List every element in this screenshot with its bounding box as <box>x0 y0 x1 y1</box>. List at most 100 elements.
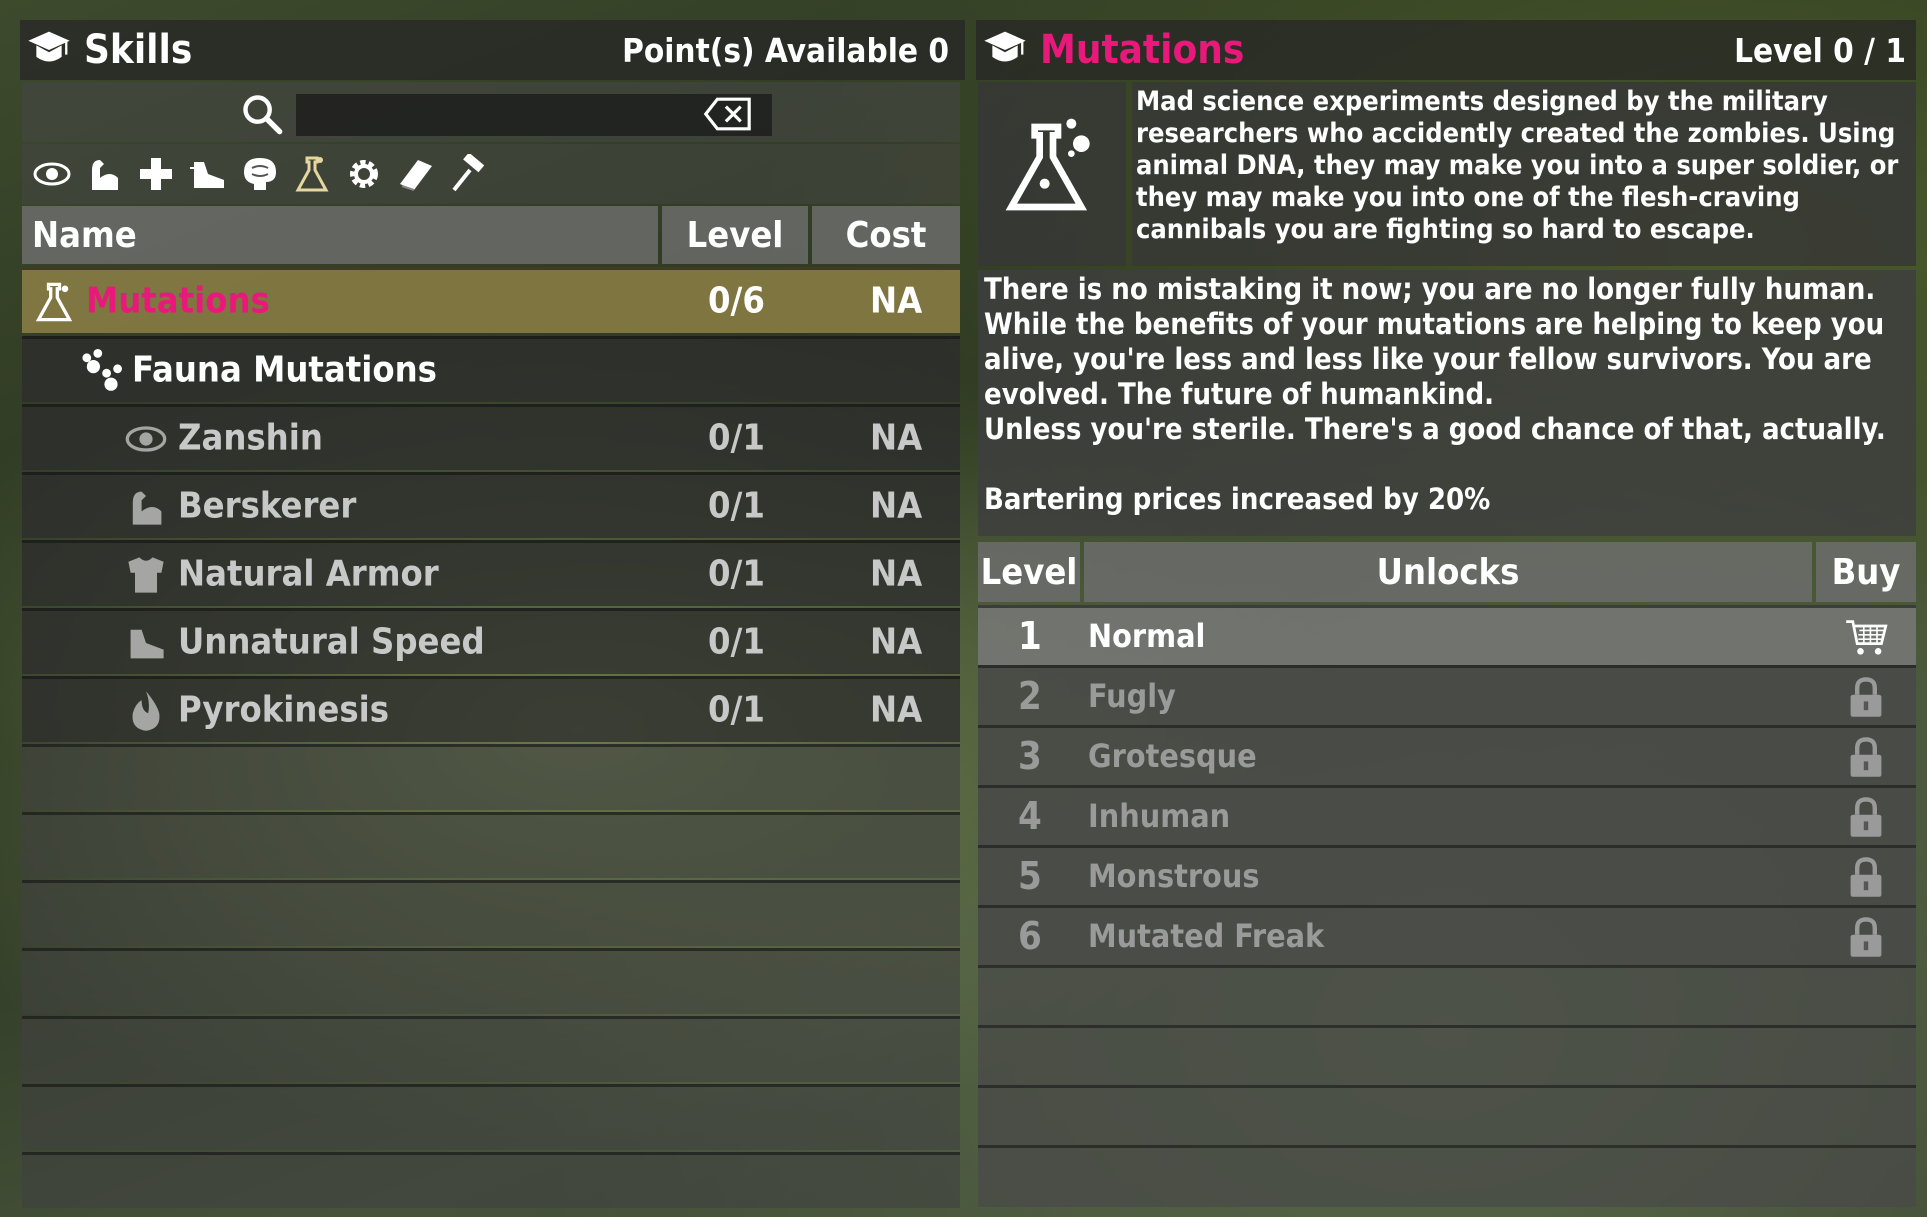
eye-icon <box>125 425 167 452</box>
column-cost-header[interactable]: Cost <box>812 206 960 264</box>
skill-cost: NA <box>870 485 923 527</box>
unlocks-level-label: Level <box>980 551 1078 593</box>
skill-cost: NA <box>870 417 923 459</box>
empty-row <box>22 812 960 878</box>
long-description-1: There is no mistaking it now; you are no… <box>984 272 1885 411</box>
skills-title: Skills <box>84 27 193 73</box>
lock-icon <box>1850 916 1882 957</box>
skill-name: Mutations <box>86 280 270 322</box>
skill-level: 0/1 <box>708 553 765 595</box>
skill-row-zanshin[interactable]: Zanshin 0/1 NA <box>22 404 960 470</box>
skill-cost: NA <box>870 689 923 731</box>
skill-cost: NA <box>870 280 923 322</box>
empty-unlock-row <box>978 965 1916 1025</box>
flame-icon <box>132 690 160 731</box>
skill-level: 0/1 <box>708 621 765 663</box>
skill-cost: NA <box>870 621 923 663</box>
unlock-row-2[interactable]: 2 Fugly <box>978 665 1916 725</box>
plus-icon[interactable] <box>134 152 178 196</box>
clear-search-icon[interactable] <box>702 96 754 132</box>
skill-cost: NA <box>870 553 923 595</box>
column-name-header[interactable]: Name <box>22 206 658 264</box>
flexed-arm-icon[interactable] <box>82 152 126 196</box>
long-description-box: There is no mistaking it now; you are no… <box>978 270 1916 536</box>
skill-name: Natural Armor <box>178 553 439 595</box>
hammer-icon[interactable] <box>446 152 490 196</box>
unlock-name: Monstrous <box>1088 856 1260 895</box>
unlocks-level-header: Level <box>978 542 1080 602</box>
skill-level: 0/1 <box>708 689 765 731</box>
unlock-name: Normal <box>1088 616 1206 655</box>
unlock-row-3[interactable]: 3 Grotesque <box>978 725 1916 785</box>
unlocks-label: Unlocks <box>1376 551 1520 593</box>
detail-header: Mutations Level 0 / 1 <box>976 20 1916 80</box>
skill-level: 0/1 <box>708 417 765 459</box>
skill-row-fauna-mutations[interactable]: Fauna Mutations <box>22 336 960 402</box>
short-description: Mad science experiments designed by the … <box>1136 86 1899 245</box>
skill-name: Fauna Mutations <box>132 349 437 391</box>
unlock-name: Inhuman <box>1088 796 1231 835</box>
eye-icon[interactable] <box>30 152 74 196</box>
skill-row-natural-armor[interactable]: Natural Armor 0/1 NA <box>22 540 960 606</box>
buy-label: Buy <box>1831 551 1901 593</box>
unlock-name: Mutated Freak <box>1088 916 1325 955</box>
flask-icon[interactable] <box>290 152 334 196</box>
lock-icon <box>1850 856 1882 897</box>
column-level-label: Level <box>686 214 784 256</box>
empty-row <box>22 1016 960 1082</box>
skills-header: Skills Point(s) Available 0 <box>20 20 965 80</box>
unlock-level: 4 <box>1018 793 1042 838</box>
empty-row <box>22 880 960 946</box>
empty-unlock-row <box>978 1025 1916 1085</box>
graduation-cap-icon <box>984 31 1026 62</box>
book-icon[interactable] <box>394 152 438 196</box>
skill-row-pyrokinesis[interactable]: Pyrokinesis 0/1 NA <box>22 676 960 742</box>
unlock-level: 6 <box>1018 913 1042 958</box>
lock-icon <box>1850 796 1882 837</box>
short-description-box: Mad science experiments designed by the … <box>1132 82 1916 266</box>
skill-level: 0/6 <box>708 280 765 322</box>
search-input[interactable] <box>296 94 772 136</box>
skill-row-berskerer[interactable]: Berskerer 0/1 NA <box>22 472 960 538</box>
skill-name: Pyrokinesis <box>178 689 390 731</box>
running-shoe-icon <box>130 629 164 658</box>
category-filter-bar <box>22 144 960 204</box>
gear-icon[interactable] <box>342 152 386 196</box>
column-level-header[interactable]: Level <box>662 206 808 264</box>
unlock-level: 1 <box>1018 613 1042 658</box>
brain-icon[interactable] <box>238 152 282 196</box>
skill-row-mutations[interactable]: Mutations 0/6 NA <box>22 267 960 333</box>
cart-icon[interactable] <box>1844 615 1888 659</box>
skill-name: Unnatural Speed <box>178 621 485 663</box>
empty-row <box>22 744 960 810</box>
skill-icon-box <box>978 82 1126 266</box>
running-shoe-icon[interactable] <box>186 152 230 196</box>
unlock-level: 5 <box>1018 853 1042 898</box>
search-bar <box>22 82 960 142</box>
unlock-row-4[interactable]: 4 Inhuman <box>978 785 1916 845</box>
column-name-label: Name <box>32 214 137 256</box>
empty-row <box>22 1152 960 1208</box>
long-description-2: Unless you're sterile. There's a good ch… <box>984 412 1886 446</box>
column-cost-label: Cost <box>845 214 927 256</box>
empty-row <box>22 948 960 1014</box>
graduation-cap-icon <box>28 31 70 62</box>
skill-row-unnatural-speed[interactable]: Unnatural Speed 0/1 NA <box>22 608 960 674</box>
flexed-arm-icon <box>132 491 162 525</box>
flask-icon <box>1005 118 1090 211</box>
unlock-row-6[interactable]: 6 Mutated Freak <box>978 905 1916 965</box>
unlock-row-1[interactable]: 1 Normal <box>978 605 1916 665</box>
empty-unlock-row <box>978 1145 1916 1207</box>
flask-icon <box>35 282 73 321</box>
detail-title: Mutations <box>1040 27 1245 73</box>
skill-name: Berskerer <box>178 485 357 527</box>
lock-icon <box>1850 736 1882 777</box>
unlock-level: 3 <box>1018 733 1042 778</box>
search-icon[interactable] <box>240 92 284 136</box>
lock-icon <box>1850 676 1882 717</box>
empty-row <box>22 1084 960 1150</box>
unlock-row-5[interactable]: 5 Monstrous <box>978 845 1916 905</box>
long-description-3: Bartering prices increased by 20% <box>984 482 1491 516</box>
empty-unlock-row <box>978 1085 1916 1145</box>
unlocks-header: Unlocks <box>1084 542 1812 602</box>
